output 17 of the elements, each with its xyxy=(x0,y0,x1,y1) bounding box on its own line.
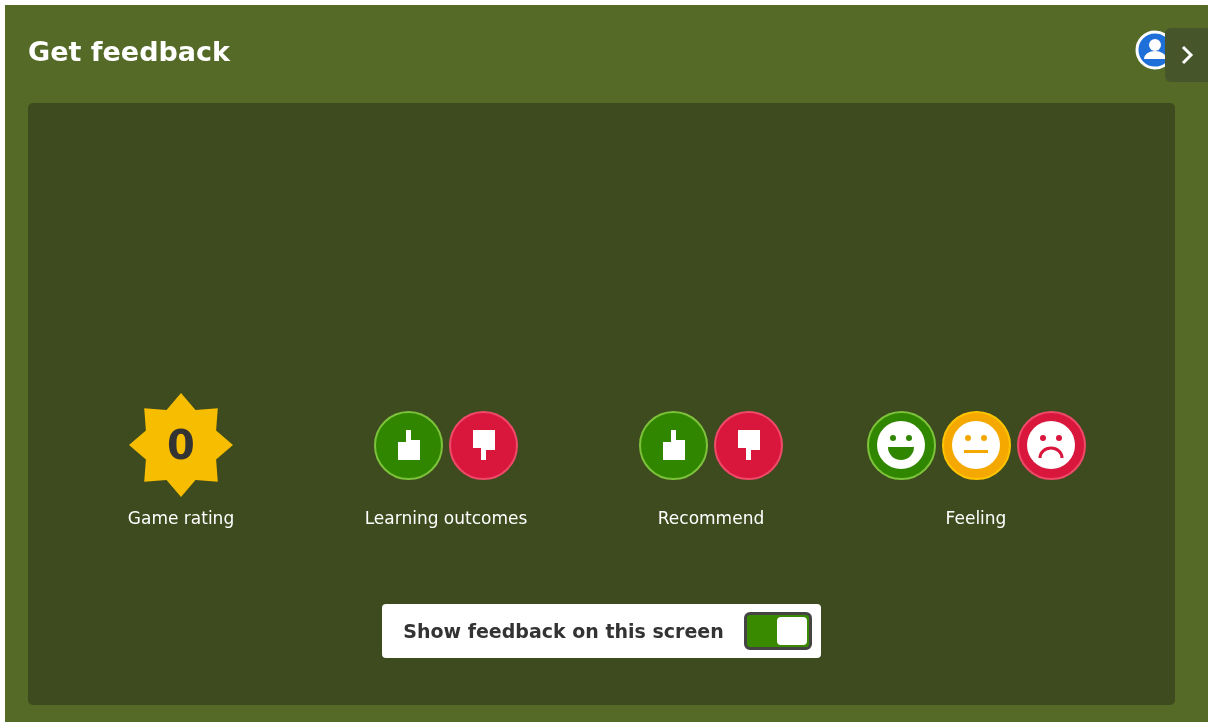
rating-badge: 0 xyxy=(129,393,233,497)
neutral-face-icon xyxy=(951,420,1001,470)
thumbs-down-icon xyxy=(735,428,762,462)
group-label: Learning outcomes xyxy=(364,508,528,528)
chevron-right-icon xyxy=(1179,44,1194,66)
group-label: Recommend xyxy=(657,508,765,528)
page-title: Get feedback xyxy=(28,35,230,67)
sad-face-icon xyxy=(1026,420,1076,470)
thumbs-down-icon xyxy=(470,428,497,462)
group-label: Game rating xyxy=(127,508,235,528)
toggle-label: Show feedback on this screen xyxy=(403,620,724,642)
expand-tab[interactable] xyxy=(1165,28,1208,82)
toggle-switch[interactable] xyxy=(743,612,812,650)
thumbs-up-icon xyxy=(660,428,687,462)
smiley-icon xyxy=(876,420,926,470)
group-label: Feeling xyxy=(945,508,1007,528)
thumbs-up-icon xyxy=(395,428,422,462)
